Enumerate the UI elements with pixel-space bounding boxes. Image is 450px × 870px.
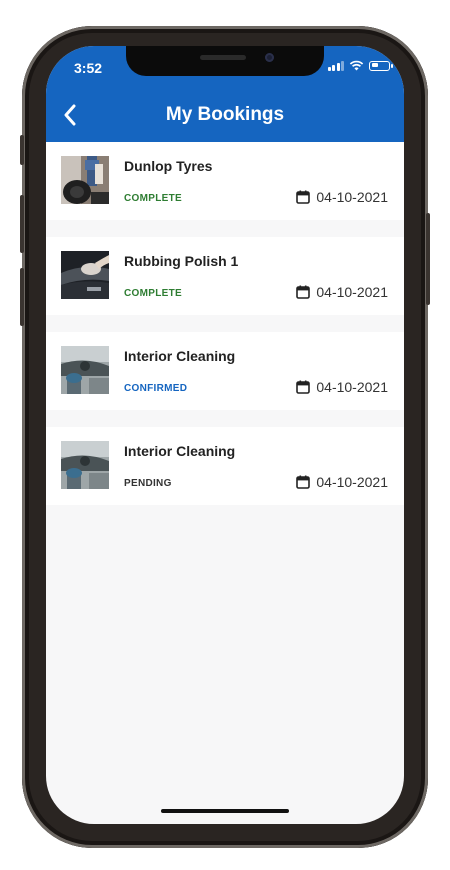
booking-date: 04-10-2021 xyxy=(296,284,388,300)
calendar-icon xyxy=(296,475,311,489)
service-thumbnail xyxy=(61,441,109,489)
volume-down-button xyxy=(20,268,24,326)
home-indicator[interactable] xyxy=(161,809,289,813)
calendar-icon xyxy=(296,285,311,299)
booking-date-text: 04-10-2021 xyxy=(316,474,388,490)
booking-status: PENDING xyxy=(124,478,172,489)
booking-card[interactable]: Dunlop Tyres COMPLETE 04-10-2021 xyxy=(46,142,404,220)
notch xyxy=(126,46,324,76)
app-header: 3:52 My Bookings xyxy=(46,46,404,142)
booking-date: 04-10-2021 xyxy=(296,474,388,490)
power-button xyxy=(426,213,430,305)
calendar-icon xyxy=(296,190,311,204)
service-thumbnail xyxy=(61,346,109,394)
booking-title: Interior Cleaning xyxy=(124,348,236,364)
booking-card[interactable]: Interior Cleaning PENDING 04-10-2021 xyxy=(46,427,404,505)
page-title: My Bookings xyxy=(165,104,285,125)
screen: 3:52 My Bookings Dunlop Tyres COMPLETE 0… xyxy=(46,46,404,824)
signal-icon xyxy=(327,60,344,71)
booking-title: Interior Cleaning xyxy=(124,443,236,459)
status-icons xyxy=(327,60,393,71)
wifi-icon xyxy=(349,60,364,71)
front-camera xyxy=(265,53,274,62)
volume-up-button xyxy=(20,195,24,253)
booking-date: 04-10-2021 xyxy=(296,379,388,395)
booking-title: Dunlop Tyres xyxy=(124,158,213,174)
status-time: 3:52 xyxy=(74,60,103,76)
booking-list: Dunlop Tyres COMPLETE 04-10-2021 Rubbing Po… xyxy=(46,142,404,522)
booking-status: CONFIRMED xyxy=(124,383,188,394)
booking-card[interactable]: Interior Cleaning CONFIRMED 04-10-2021 xyxy=(46,332,404,410)
booking-title: Rubbing Polish 1 xyxy=(124,253,239,269)
booking-card[interactable]: Rubbing Polish 1 COMPLETE 04-10-2021 xyxy=(46,237,404,315)
booking-date-text: 04-10-2021 xyxy=(316,189,388,205)
battery-level xyxy=(371,63,379,67)
booking-status: COMPLETE xyxy=(124,193,182,204)
battery-icon xyxy=(369,60,393,71)
calendar-icon xyxy=(296,380,311,394)
service-thumbnail xyxy=(61,156,109,204)
mute-switch xyxy=(20,135,24,165)
booking-date-text: 04-10-2021 xyxy=(316,284,388,300)
booking-date-text: 04-10-2021 xyxy=(316,379,388,395)
booking-date: 04-10-2021 xyxy=(296,189,388,205)
service-thumbnail xyxy=(61,251,109,299)
booking-status: COMPLETE xyxy=(124,288,182,299)
speaker-grille xyxy=(200,55,246,60)
